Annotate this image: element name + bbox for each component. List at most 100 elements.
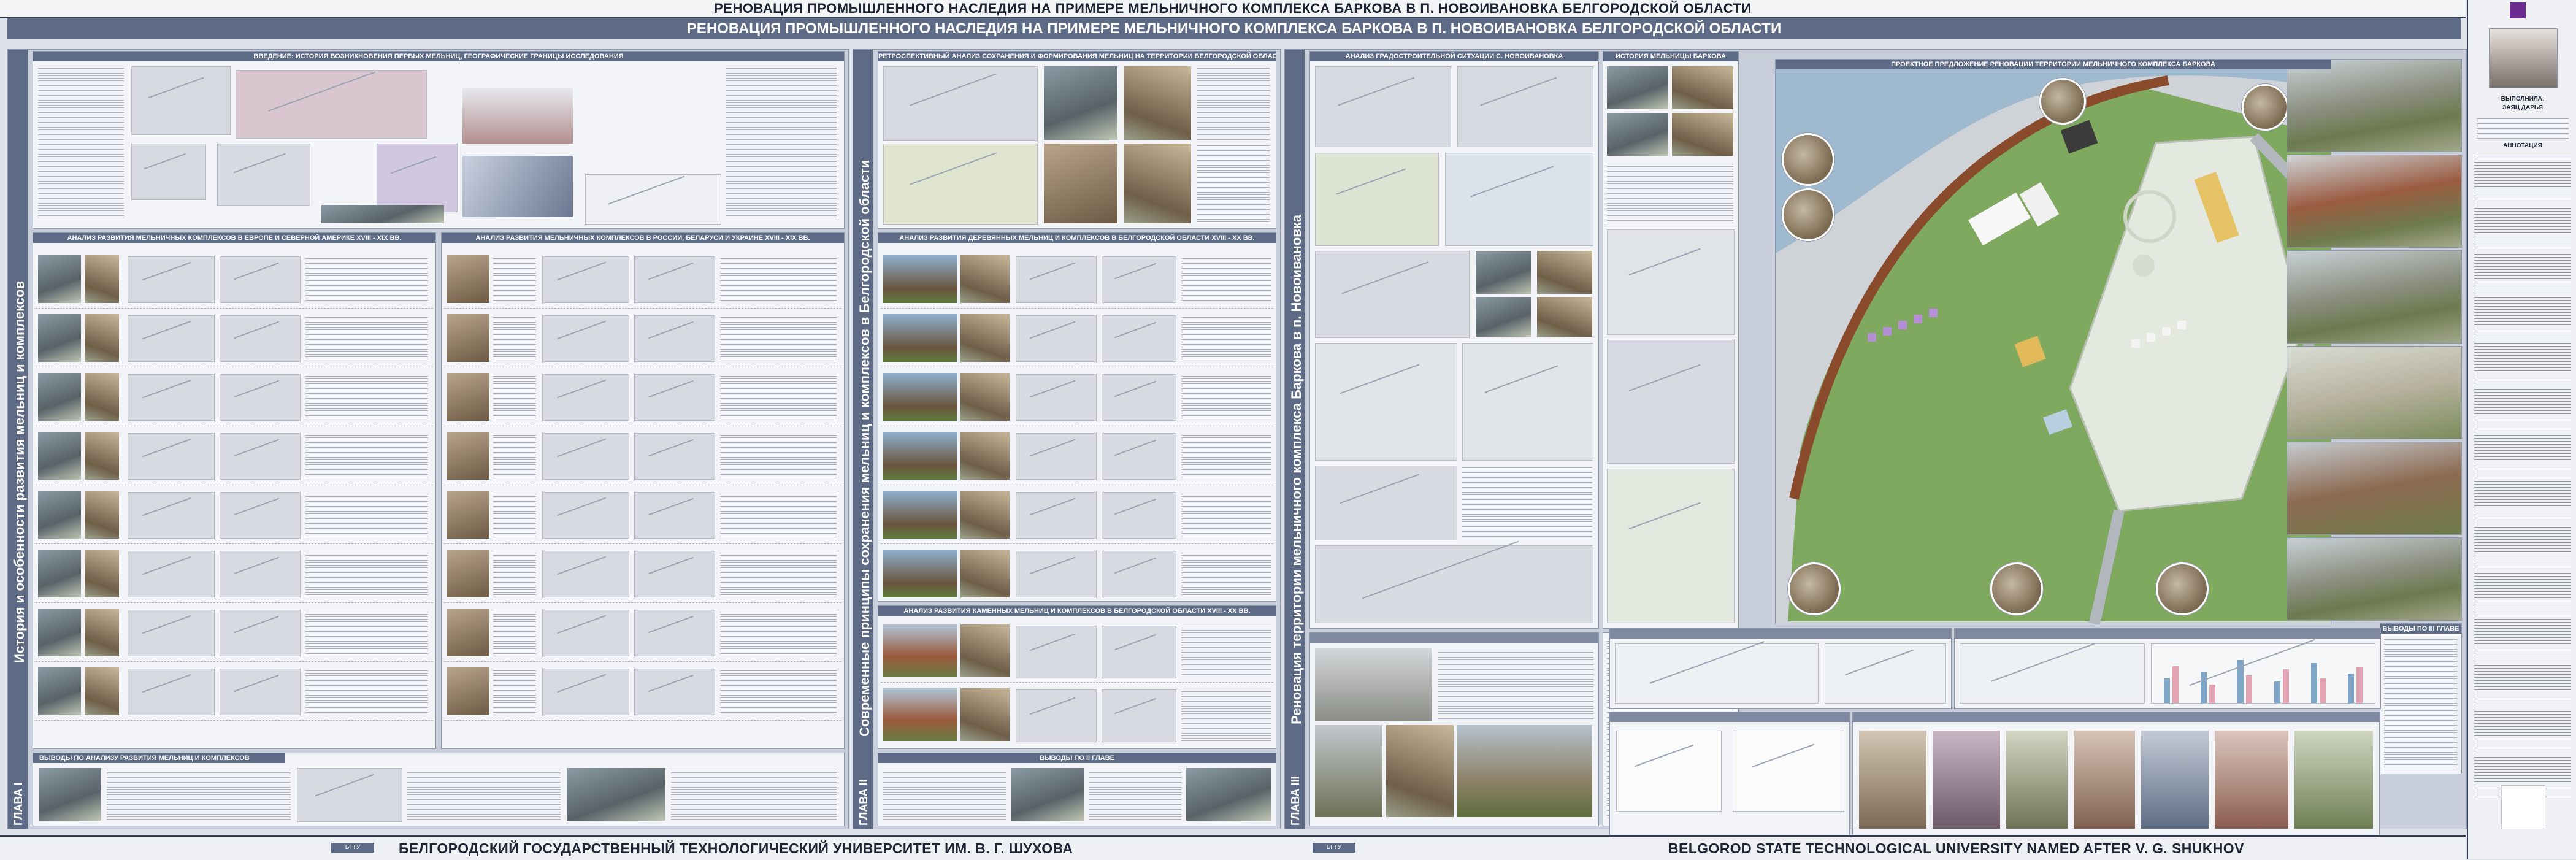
- chapter-2-conclusions-panel: ВЫВОДЫ ПО II ГЛАВЕ: [878, 753, 1276, 826]
- mill-distribution-map: [883, 144, 1038, 225]
- right-university-logo: БГТУ: [1313, 843, 1355, 853]
- detail-bubble: [1782, 188, 1834, 241]
- russia-analysis-heading: АНАЛИЗ РАЗВИТИЯ МЕЛЬНИЧНЫХ КОМПЛЕКСОВ В …: [442, 233, 844, 243]
- render-view: [2287, 442, 2462, 535]
- street-map: [1315, 545, 1593, 623]
- intro-text-block: [38, 66, 124, 220]
- chapter-2-conclusions-heading: ВЫВОДЫ ПО II ГЛАВЕ: [878, 753, 1276, 763]
- table-row: [444, 664, 841, 721]
- chapter-2-section: Современные принципы сохранения мельниц …: [853, 49, 1281, 829]
- stone-mills-heading: АНАЛИЗ РАЗВИТИЯ КАМЕННЫХ МЕЛЬНИЦ И КОМПЛ…: [878, 606, 1276, 616]
- table-row: [36, 310, 433, 367]
- table-row: [36, 605, 433, 662]
- floor-plan-1: [1616, 731, 1722, 812]
- table-row: [881, 428, 1273, 485]
- render-view: [2287, 59, 2462, 152]
- chapter-2-label: ГЛАВА II: [857, 779, 870, 826]
- wooden-mills-panel: АНАЛИЗ РАЗВИТИЯ ДЕРЕВЯННЫХ МЕЛЬНИЦ И КОМ…: [878, 232, 1276, 602]
- mill-type-diagram: [462, 88, 573, 144]
- district-map: [1457, 66, 1593, 147]
- intro-notes: [726, 66, 837, 220]
- transport-map: [1445, 153, 1593, 246]
- wooden-mills-heading: АНАЛИЗ РАЗВИТИЯ ДЕРЕВЯННЫХ МЕЛЬНИЦ И КОМ…: [878, 233, 1276, 243]
- building-scheme: [1960, 643, 2145, 704]
- chapter-2-strip: Современные принципы сохранения мельниц …: [853, 50, 873, 829]
- chapter-1-section: История и особенности развития мельниц и…: [7, 49, 849, 829]
- plan-history-map: [1607, 229, 1735, 335]
- cottage: [2177, 321, 2186, 329]
- left-university-logo: БГТУ: [331, 843, 374, 853]
- stone-mills-panel: АНАЛИЗ РАЗВИТИЯ КАМЕННЫХ МЕЛЬНИЦ И КОМПЛ…: [878, 605, 1276, 749]
- table-row: [36, 369, 433, 426]
- bar-chart-area: [2151, 643, 2375, 704]
- belarus-map: [217, 144, 310, 206]
- avatar: [2489, 28, 2558, 88]
- landscape-map: [1315, 466, 1457, 540]
- village-map: [1315, 153, 1439, 246]
- table-row: [36, 251, 433, 309]
- detail-bubble: [1782, 133, 1834, 186]
- analysis-charts-panel: [1954, 628, 2381, 709]
- chapter-1-strip: История и особенности развития мельниц и…: [8, 50, 28, 829]
- europe-analysis-panel: АНАЛИЗ РАЗВИТИЯ МЕЛЬНИЧНЫХ КОМПЛЕКСОВ В …: [33, 232, 436, 749]
- urban-analysis-panel: АНАЛИЗ ГРАДОСТРОИТЕЛЬНОЙ СИТУАЦИИ С. НОВ…: [1309, 51, 1599, 629]
- russia-analysis-panel: АНАЛИЗ РАЗВИТИЯ МЕЛЬНИЧНЫХ КОМПЛЕКСОВ В …: [441, 232, 845, 749]
- site-scheme: [1607, 340, 1735, 464]
- section-drawing-panel: [1609, 628, 1952, 709]
- table-row: [444, 605, 841, 662]
- footer-left-text: БЕЛГОРОДСКИЙ ГОСУДАРСТВЕННЫЙ ТЕХНОЛОГИЧЕ…: [399, 840, 1073, 856]
- poster-title-top: РЕНОВАЦИЯ ПРОМЫШЛЕННОГО НАСЛЕДИЯ НА ПРИМ…: [0, 0, 2466, 18]
- table-row: [444, 487, 841, 544]
- poster-title-banner: РЕНОВАЦИЯ ПРОМЫШЛЕННОГО НАСЛЕДИЯ НА ПРИМ…: [7, 18, 2461, 39]
- fountain: [2133, 255, 2155, 277]
- cottage: [1883, 327, 1892, 336]
- table-row: [881, 546, 1273, 601]
- annotation-title: АННОТАЦИЯ: [2503, 142, 2542, 149]
- intro-panel-heading: ВВЕДЕНИЕ: ИСТОРИЯ ВОЗНИКНОВЕНИЯ ПЕРВЫХ М…: [33, 52, 844, 61]
- chapter-3-strip-title: Реновация территории мельничного комплек…: [1289, 214, 1304, 724]
- section-drawing-heading: [1610, 629, 1951, 639]
- green-scheme: [1607, 469, 1735, 623]
- activities-heading: [1853, 712, 2379, 722]
- world-map: [131, 66, 231, 135]
- chapter-2-strip-title: Современные принципы сохранения мельниц …: [857, 159, 872, 737]
- region-map: [377, 144, 458, 212]
- table-row: [36, 546, 433, 603]
- detail-bubble: [2156, 562, 2209, 615]
- author-sidebar: ВЫПОЛНИЛА: ЗАЯЦ ДАРЬЯ АННОТАЦИЯ: [2467, 0, 2576, 859]
- site-plan-existing: [1315, 343, 1457, 461]
- cottage: [2147, 333, 2155, 342]
- master-plan-drawing: [1776, 69, 2331, 624]
- master-plan: ПРОЕКТНОЕ ПРЕДЛОЖЕНИЕ РЕНОВАЦИИ ТЕРРИТОР…: [1775, 59, 2331, 624]
- table-row: [444, 428, 841, 485]
- russia-map: [236, 70, 427, 139]
- author-details: [2477, 117, 2569, 139]
- chapter-1-label: ГЛАВА I: [12, 782, 25, 826]
- cottage: [2162, 327, 2171, 336]
- table-row: [881, 310, 1273, 367]
- cottage: [2131, 339, 2140, 348]
- history-photos-panel: [1309, 632, 1599, 826]
- table-row: [881, 369, 1273, 426]
- chapter-3-strip: Реновация территории мельничного комплек…: [1285, 50, 1305, 829]
- annotation-text: [2474, 153, 2571, 797]
- cottage: [1898, 321, 1907, 329]
- table-row: [444, 546, 841, 603]
- table-row: [444, 369, 841, 426]
- table-row: [36, 664, 433, 721]
- chapter-3-conclusions-heading: ВЫВОДЫ ПО III ГЛАВЕ: [2380, 624, 2461, 634]
- chapter-3-conclusions-panel: ВЫВОДЫ ПО III ГЛАВЕ: [2380, 623, 2462, 774]
- render-view: [2287, 250, 2462, 344]
- retro-analysis-panel: РЕТРОСПЕКТИВНЫЙ АНАЛИЗ СОХРАНЕНИЯ И ФОРМ…: [878, 51, 1276, 229]
- table-row: [444, 310, 841, 367]
- poster-footer: БГТУ БЕЛГОРОДСКИЙ ГОСУДАРСТВЕННЫЙ ТЕХНОЛ…: [0, 835, 2466, 860]
- detail-bubble: [2039, 78, 2086, 125]
- timeline-chart: [585, 174, 721, 225]
- table-row: [36, 487, 433, 544]
- detail-bubble: [1788, 562, 1841, 615]
- floor-plan-heading: [1610, 712, 1849, 722]
- schema-diagram: [462, 156, 573, 217]
- table-row: [444, 251, 841, 309]
- retro-analysis-heading: РЕТРОСПЕКТИВНЫЙ АНАЛИЗ СОХРАНЕНИЯ И ФОРМ…: [878, 52, 1276, 61]
- intro-photo-strip: [321, 205, 444, 223]
